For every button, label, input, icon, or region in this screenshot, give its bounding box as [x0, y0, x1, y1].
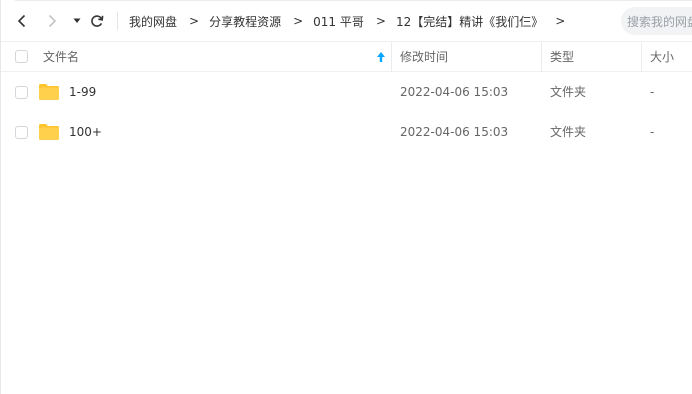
- navigation-bar: 我的网盘 > 分享教程资源 > 011 平哥 > 12【完结】精讲《我们仨》 >…: [1, 0, 692, 42]
- column-divider[interactable]: [391, 42, 392, 72]
- column-divider[interactable]: [541, 42, 542, 72]
- column-header-size[interactable]: 大小: [650, 42, 674, 72]
- file-size: -: [650, 85, 655, 99]
- breadcrumb-separator: >: [189, 14, 200, 28]
- refresh-icon: [91, 15, 104, 27]
- column-header-name[interactable]: 文件名: [43, 42, 79, 72]
- row-checkbox[interactable]: [15, 126, 28, 139]
- search-input[interactable]: 搜索我的网盘: [621, 7, 692, 35]
- breadcrumb-item-011[interactable]: 011 平哥: [313, 13, 364, 30]
- back-button[interactable]: [13, 12, 31, 30]
- file-name[interactable]: 100+: [69, 112, 102, 152]
- breadcrumb-item-shared-resources[interactable]: 分享教程资源: [209, 13, 281, 30]
- folder-icon: [39, 84, 59, 100]
- search-placeholder: 搜索我的网盘: [627, 14, 692, 29]
- history-dropdown-button[interactable]: [68, 12, 86, 30]
- breadcrumb-item-current-folder[interactable]: 12【完结】精讲《我们仨》: [396, 13, 543, 30]
- table-header: 文件名 修改时间 类型 大小: [1, 42, 692, 72]
- table-row[interactable]: 1-99 2022-04-06 15:03 文件夹 -: [1, 72, 692, 112]
- breadcrumb-item-my-drive[interactable]: 我的网盘: [129, 13, 177, 30]
- row-checkbox[interactable]: [15, 86, 28, 99]
- forward-arrow-icon: [48, 14, 57, 28]
- back-arrow-icon: [17, 14, 26, 28]
- nav-divider: [117, 12, 118, 30]
- breadcrumb-separator: >: [555, 14, 566, 28]
- breadcrumb-separator: >: [293, 14, 304, 28]
- forward-button[interactable]: [43, 12, 61, 30]
- file-type: 文件夹: [550, 125, 587, 139]
- modified-time: 2022-04-06 15:03: [400, 125, 509, 139]
- column-divider[interactable]: [641, 42, 642, 72]
- file-browser: 我的网盘 > 分享教程资源 > 011 平哥 > 12【完结】精讲《我们仨》 >…: [0, 0, 692, 394]
- file-name[interactable]: 1-99: [69, 72, 96, 112]
- breadcrumb: 我的网盘 > 分享教程资源 > 011 平哥 > 12【完结】精讲《我们仨》 >: [129, 13, 575, 29]
- sort-ascending-icon[interactable]: [376, 51, 386, 63]
- column-header-type[interactable]: 类型: [550, 42, 574, 72]
- file-type: 文件夹: [550, 85, 587, 99]
- folder-icon: [39, 124, 59, 140]
- modified-time: 2022-04-06 15:03: [400, 85, 509, 99]
- select-all-checkbox[interactable]: [15, 50, 28, 63]
- column-header-modified[interactable]: 修改时间: [400, 42, 448, 72]
- caret-down-icon: [73, 18, 81, 23]
- file-size: -: [650, 125, 655, 139]
- table-row[interactable]: 100+ 2022-04-06 15:03 文件夹 -: [1, 112, 692, 152]
- breadcrumb-separator: >: [375, 14, 386, 28]
- refresh-button[interactable]: [88, 12, 106, 30]
